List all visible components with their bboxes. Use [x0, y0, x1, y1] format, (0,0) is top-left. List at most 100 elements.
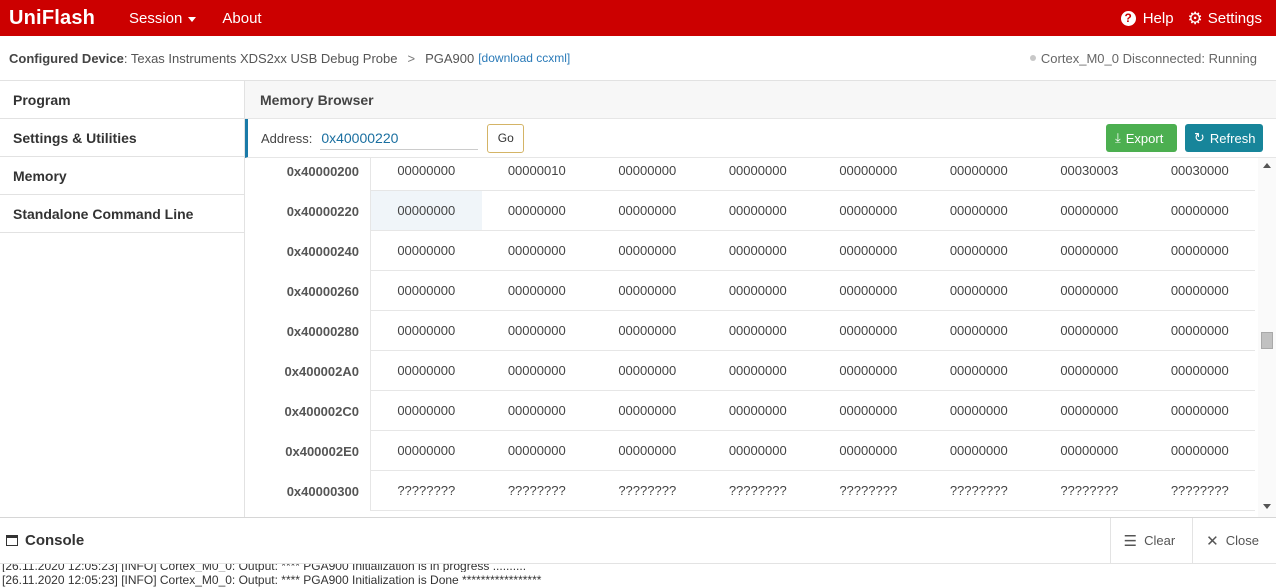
memory-cell[interactable]: 00000000 — [1145, 391, 1256, 430]
memory-cell[interactable]: 00000000 — [482, 231, 593, 270]
scroll-up-icon[interactable] — [1263, 163, 1271, 168]
sidebar-item-memory[interactable]: Memory — [0, 157, 244, 195]
memory-cell[interactable]: 00000000 — [1145, 191, 1256, 230]
memory-cell[interactable]: 00000000 — [1034, 311, 1145, 350]
memory-cell[interactable]: 00000000 — [1145, 271, 1256, 310]
memory-cell[interactable]: 00000000 — [1034, 191, 1145, 230]
memory-cell[interactable]: 00000000 — [371, 231, 482, 270]
memory-cell[interactable]: ???????? — [371, 471, 482, 510]
memory-cell[interactable]: 00000000 — [592, 271, 703, 310]
scroll-down-icon[interactable] — [1263, 504, 1271, 509]
memory-cell[interactable]: 00030000 — [1145, 158, 1256, 190]
memory-cell[interactable]: 00000000 — [371, 351, 482, 390]
memory-cell[interactable]: ???????? — [592, 471, 703, 510]
export-button[interactable]: ⤓ Export — [1106, 124, 1177, 152]
memory-cell[interactable]: 00000000 — [813, 191, 924, 230]
memory-cell[interactable]: 00000000 — [924, 391, 1035, 430]
memory-cell[interactable]: 00000000 — [813, 231, 924, 270]
memory-cell[interactable]: ???????? — [813, 471, 924, 510]
memory-row-address: 0x40000260 — [286, 283, 359, 299]
memory-cell[interactable]: 00000000 — [703, 191, 814, 230]
memory-cell[interactable]: 00000000 — [592, 158, 703, 190]
memory-cell[interactable]: 00000000 — [813, 391, 924, 430]
memory-cell[interactable]: 00000000 — [703, 231, 814, 270]
memory-cell[interactable]: 00000000 — [813, 431, 924, 470]
memory-cell[interactable]: ???????? — [1145, 471, 1256, 510]
memory-cell[interactable]: 00000000 — [482, 311, 593, 350]
memory-cell[interactable]: 00000000 — [1145, 351, 1256, 390]
memory-cell[interactable]: 00000000 — [703, 391, 814, 430]
memory-cell[interactable]: 00000000 — [703, 311, 814, 350]
memory-cell[interactable]: 00000000 — [813, 311, 924, 350]
memory-cell[interactable]: 00000000 — [1034, 231, 1145, 270]
memory-cell[interactable]: 00000000 — [482, 351, 593, 390]
memory-cell[interactable]: 00000000 — [592, 391, 703, 430]
memory-cell[interactable]: 00000000 — [371, 158, 482, 190]
memory-cell[interactable]: 00000000 — [371, 191, 482, 230]
memory-cell[interactable]: 00000000 — [1145, 431, 1256, 470]
memory-cell[interactable]: 00000000 — [924, 351, 1035, 390]
memory-cell[interactable]: 00000000 — [924, 431, 1035, 470]
memory-cell[interactable]: 00000000 — [813, 271, 924, 310]
sidebar-item-program[interactable]: Program — [0, 81, 244, 119]
memory-cell[interactable]: 00000000 — [1034, 351, 1145, 390]
about-menu[interactable]: About — [209, 10, 274, 27]
memory-cell[interactable]: 00000000 — [703, 431, 814, 470]
memory-cell[interactable]: 00000000 — [371, 391, 482, 430]
address-input[interactable] — [320, 126, 479, 150]
memory-cell[interactable]: 00000000 — [592, 431, 703, 470]
memory-cell[interactable]: 00000000 — [371, 431, 482, 470]
memory-cell[interactable]: ???????? — [482, 471, 593, 510]
gear-icon: ⚙ — [1187, 8, 1203, 28]
sidebar-item-standalone-command-line[interactable]: Standalone Command Line — [0, 195, 244, 233]
memory-row: 0x400002E0 00000000 00000000 00000000 000000… — [245, 431, 1276, 471]
memory-cell[interactable]: 00000000 — [924, 231, 1035, 270]
console-title[interactable]: Console — [0, 532, 84, 549]
memory-cell[interactable]: ???????? — [1034, 471, 1145, 510]
memory-cell[interactable]: 00000000 — [1034, 391, 1145, 430]
memory-grid[interactable]: 0x40000200 00000000 00000010 00000000 000000… — [245, 158, 1276, 517]
memory-cell[interactable]: 00000000 — [924, 191, 1035, 230]
memory-cell[interactable]: 00000000 — [482, 431, 593, 470]
memory-cell[interactable]: 00000000 — [1034, 271, 1145, 310]
session-menu[interactable]: Session — [116, 10, 209, 27]
memory-cell[interactable]: 00000000 — [924, 271, 1035, 310]
memory-cell[interactable]: 00000000 — [592, 311, 703, 350]
scroll-thumb[interactable] — [1261, 332, 1273, 349]
app-brand[interactable]: UniFlash — [0, 7, 116, 30]
memory-cell[interactable]: 00030003 — [1034, 158, 1145, 190]
clear-console-button[interactable]: ☰ Clear — [1109, 517, 1193, 564]
memory-cell[interactable]: 00000000 — [1034, 431, 1145, 470]
memory-cell[interactable]: 00000000 — [1145, 311, 1256, 350]
refresh-button[interactable]: ↻ Refresh — [1185, 124, 1263, 152]
memory-row: 0x400002A0 00000000 00000000 00000000 000000… — [245, 351, 1276, 391]
memory-cell[interactable]: ???????? — [703, 471, 814, 510]
memory-cell[interactable]: 00000010 — [482, 158, 593, 190]
memory-cell[interactable]: 00000000 — [813, 351, 924, 390]
help-button[interactable]: ? Help — [1120, 10, 1188, 27]
memory-cell[interactable]: 00000000 — [592, 231, 703, 270]
memory-cell[interactable]: 00000000 — [813, 158, 924, 190]
memory-cell[interactable]: 00000000 — [1145, 231, 1256, 270]
vertical-scrollbar[interactable] — [1258, 158, 1276, 517]
settings-button[interactable]: ⚙ Settings — [1188, 10, 1276, 27]
close-console-button[interactable]: ✕ Close — [1192, 517, 1276, 564]
sidebar-item-settings-utilities[interactable]: Settings & Utilities — [0, 119, 244, 157]
memory-cell[interactable]: ???????? — [924, 471, 1035, 510]
memory-cell[interactable]: 00000000 — [703, 271, 814, 310]
memory-cell[interactable]: 00000000 — [592, 351, 703, 390]
memory-cell[interactable]: 00000000 — [371, 271, 482, 310]
memory-row: 0x400002C0 00000000 00000000 00000000 000000… — [245, 391, 1276, 431]
memory-cell[interactable]: 00000000 — [924, 158, 1035, 190]
memory-cell[interactable]: 00000000 — [482, 191, 593, 230]
memory-cell[interactable]: 00000000 — [703, 158, 814, 190]
memory-row: 0x40000300??????????????????????????????… — [245, 471, 1276, 511]
memory-cell[interactable]: 00000000 — [592, 191, 703, 230]
memory-cell[interactable]: 00000000 — [482, 391, 593, 430]
memory-cell[interactable]: 00000000 — [924, 311, 1035, 350]
memory-cell[interactable]: 00000000 — [371, 311, 482, 350]
go-button[interactable]: Go — [487, 123, 525, 153]
memory-cell[interactable]: 00000000 — [482, 271, 593, 310]
download-ccxml-link[interactable]: [download ccxml] — [478, 51, 570, 65]
memory-cell[interactable]: 00000000 — [703, 351, 814, 390]
